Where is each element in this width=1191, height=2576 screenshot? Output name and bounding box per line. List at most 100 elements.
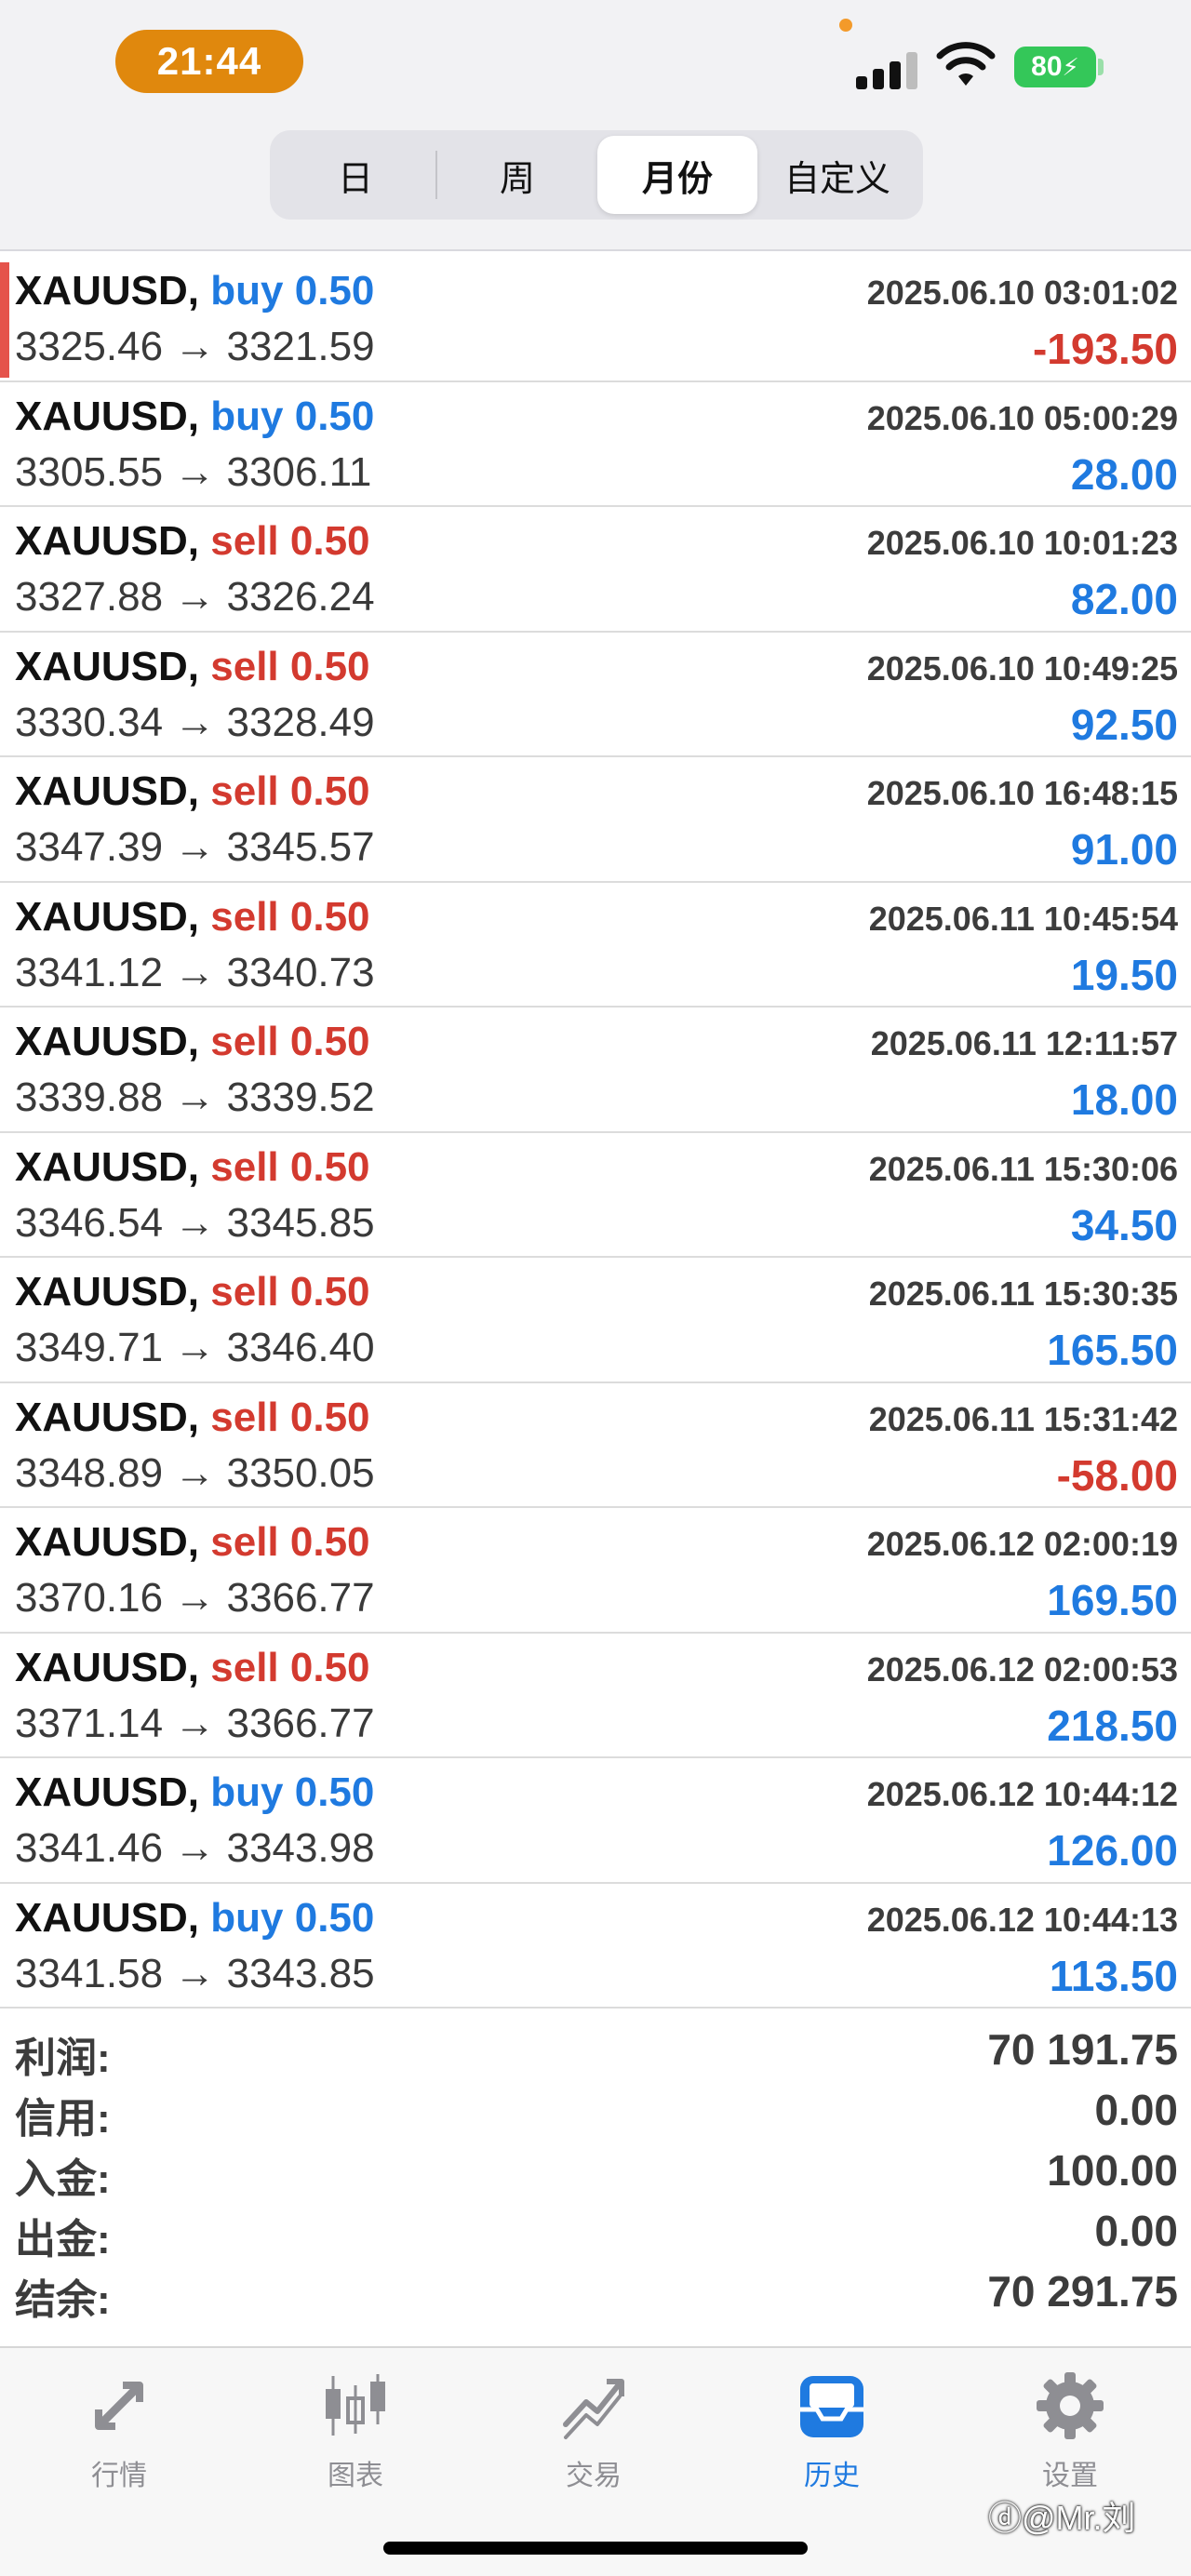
trade-lots: 0.50: [289, 643, 370, 689]
trade-title: XAUUSD, sell 0.50: [15, 518, 370, 565]
trade-prices: 3341.46 → 3343.98: [15, 1825, 375, 1872]
tab-quotes[interactable]: 行情: [35, 2369, 203, 2508]
tab-history[interactable]: 历史: [748, 2369, 916, 2508]
trade-time: 2025.06.11 15:31:42: [868, 1399, 1178, 1438]
trade-symbol: XAUUSD,: [15, 1769, 200, 1815]
close-price: 3366.77: [226, 1575, 375, 1621]
trade-prices: 3370.16 → 3366.77: [15, 1575, 375, 1622]
trade-side: sell: [210, 518, 279, 564]
trade-profit: 28.00: [1070, 449, 1178, 499]
trade-prices: 3348.89 → 3350.05: [15, 1450, 375, 1497]
trade-prices: 3325.46 → 3321.59: [15, 324, 375, 370]
close-price: 3321.59: [226, 324, 375, 369]
cellular-signal-icon: [856, 45, 921, 89]
trade-history-list: XAUUSD, buy 0.50 2025.06.10 03:01:02 332…: [0, 257, 1191, 2009]
open-price: 3339.88: [15, 1074, 164, 1120]
trade-side: sell: [210, 1644, 279, 1690]
tab-label: 历史: [804, 2461, 860, 2491]
summary-balance: 结余: 70 291.75: [0, 2261, 1191, 2323]
open-price: 3371.14: [15, 1700, 164, 1746]
trade-row[interactable]: XAUUSD, sell 0.50 2025.06.11 12:11:57 33…: [0, 1008, 1191, 1133]
arrow-right-icon: →: [174, 1575, 216, 1621]
tab-trade[interactable]: 交易: [510, 2369, 677, 2508]
segment-custom[interactable]: 自定义: [757, 136, 917, 214]
trade-lots: 0.50: [294, 393, 375, 439]
trade-title: XAUUSD, sell 0.50: [15, 1269, 370, 1315]
arrow-right-icon: →: [174, 949, 216, 995]
summary-value: 0.00: [1094, 2086, 1178, 2134]
trade-row[interactable]: XAUUSD, buy 0.50 2025.06.10 03:01:02 332…: [0, 257, 1191, 382]
segment-week[interactable]: 周: [437, 136, 597, 214]
arrow-right-icon: →: [174, 1950, 216, 1996]
arrow-right-icon: →: [174, 1700, 216, 1746]
trade-symbol: XAUUSD,: [15, 643, 200, 689]
trade-lots: 0.50: [289, 1519, 370, 1565]
trade-prices: 3347.39 → 3345.57: [15, 824, 375, 871]
tab-label: 行情: [91, 2461, 147, 2491]
summary-label: 利润:: [15, 2035, 111, 2081]
trade-symbol: XAUUSD,: [15, 768, 200, 814]
open-price: 3330.34: [15, 699, 164, 745]
segment-day[interactable]: 日: [275, 136, 435, 214]
trade-side: sell: [210, 643, 279, 689]
trade-title: XAUUSD, sell 0.50: [15, 1019, 370, 1065]
trade-profit: 218.50: [1047, 1701, 1178, 1750]
trade-side: sell: [210, 1519, 279, 1565]
trade-time: 2025.06.10 10:01:23: [866, 524, 1178, 562]
summary-value: 100.00: [1047, 2146, 1178, 2195]
tab-chart[interactable]: 图表: [272, 2369, 439, 2508]
open-price: 3327.88: [15, 574, 164, 620]
trade-row[interactable]: XAUUSD, buy 0.50 2025.06.12 10:44:12 334…: [0, 1758, 1191, 1884]
trade-time: 2025.06.11 10:45:54: [868, 899, 1178, 938]
close-price: 3343.98: [226, 1825, 375, 1871]
arrow-right-icon: →: [174, 1325, 216, 1370]
tab-settings[interactable]: 设置: [986, 2369, 1154, 2508]
close-price: 3346.40: [226, 1325, 375, 1370]
home-indicator: [383, 2542, 808, 2555]
trade-row[interactable]: XAUUSD, sell 0.50 2025.06.10 10:49:25 33…: [0, 633, 1191, 757]
trade-row[interactable]: XAUUSD, sell 0.50 2025.06.12 02:00:19 33…: [0, 1508, 1191, 1634]
segment-month[interactable]: 月份: [597, 136, 757, 214]
trade-time: 2025.06.12 10:44:12: [866, 1775, 1178, 1813]
trade-row[interactable]: XAUUSD, sell 0.50 2025.06.12 02:00:53 33…: [0, 1634, 1191, 1758]
trade-title: XAUUSD, sell 0.50: [15, 894, 370, 941]
tab-label: 交易: [566, 2461, 622, 2491]
trade-symbol: XAUUSD,: [15, 1143, 200, 1190]
trade-row[interactable]: XAUUSD, sell 0.50 2025.06.11 15:30:06 33…: [0, 1133, 1191, 1258]
trade-prices: 3327.88 → 3326.24: [15, 574, 375, 621]
trade-row[interactable]: XAUUSD, sell 0.50 2025.06.10 16:48:15 33…: [0, 757, 1191, 883]
period-segmented-control: 日 周 月份 自定义: [270, 130, 923, 220]
trade-side: sell: [210, 1143, 279, 1190]
open-price: 3305.55: [15, 448, 164, 495]
trade-row[interactable]: XAUUSD, sell 0.50 2025.06.11 15:30:35 33…: [0, 1258, 1191, 1383]
trade-prices: 3349.71 → 3346.40: [15, 1325, 375, 1371]
trade-symbol: XAUUSD,: [15, 268, 200, 314]
battery-tip: [1098, 59, 1104, 75]
trade-row[interactable]: XAUUSD, sell 0.50 2025.06.11 15:31:42 33…: [0, 1383, 1191, 1508]
trade-side: sell: [210, 1394, 279, 1440]
trade-title: XAUUSD, sell 0.50: [15, 768, 370, 815]
trade-title: XAUUSD, sell 0.50: [15, 1395, 370, 1441]
trade-symbol: XAUUSD,: [15, 1269, 200, 1315]
close-price: 3366.77: [226, 1700, 375, 1746]
trade-prices: 3339.88 → 3339.52: [15, 1074, 375, 1121]
trade-lots: 0.50: [294, 1894, 375, 1941]
arrow-right-icon: →: [174, 448, 216, 495]
trade-title: XAUUSD, buy 0.50: [15, 394, 374, 440]
trade-time: 2025.06.12 02:00:19: [866, 1525, 1178, 1563]
trade-row[interactable]: XAUUSD, buy 0.50 2025.06.10 05:00:29 330…: [0, 382, 1191, 507]
arrow-right-icon: →: [174, 1449, 216, 1496]
trade-prices: 3346.54 → 3345.85: [15, 1200, 375, 1247]
period-selector-bar: 日 周 月份 自定义: [0, 121, 1191, 251]
trade-profit: 165.50: [1047, 1326, 1178, 1374]
trade-row[interactable]: XAUUSD, sell 0.50 2025.06.10 10:01:23 33…: [0, 507, 1191, 633]
trade-row[interactable]: XAUUSD, buy 0.50 2025.06.12 10:44:13 334…: [0, 1884, 1191, 2009]
trade-lots: 0.50: [294, 1769, 375, 1815]
trade-title: XAUUSD, buy 0.50: [15, 268, 374, 314]
trade-row[interactable]: XAUUSD, sell 0.50 2025.06.11 10:45:54 33…: [0, 883, 1191, 1008]
trade-title: XAUUSD, sell 0.50: [15, 1645, 370, 1691]
trade-profit: 169.50: [1047, 1576, 1178, 1624]
summary-label: 结余:: [15, 2277, 111, 2323]
trade-symbol: XAUUSD,: [15, 1644, 200, 1690]
trade-symbol: XAUUSD,: [15, 1019, 200, 1064]
